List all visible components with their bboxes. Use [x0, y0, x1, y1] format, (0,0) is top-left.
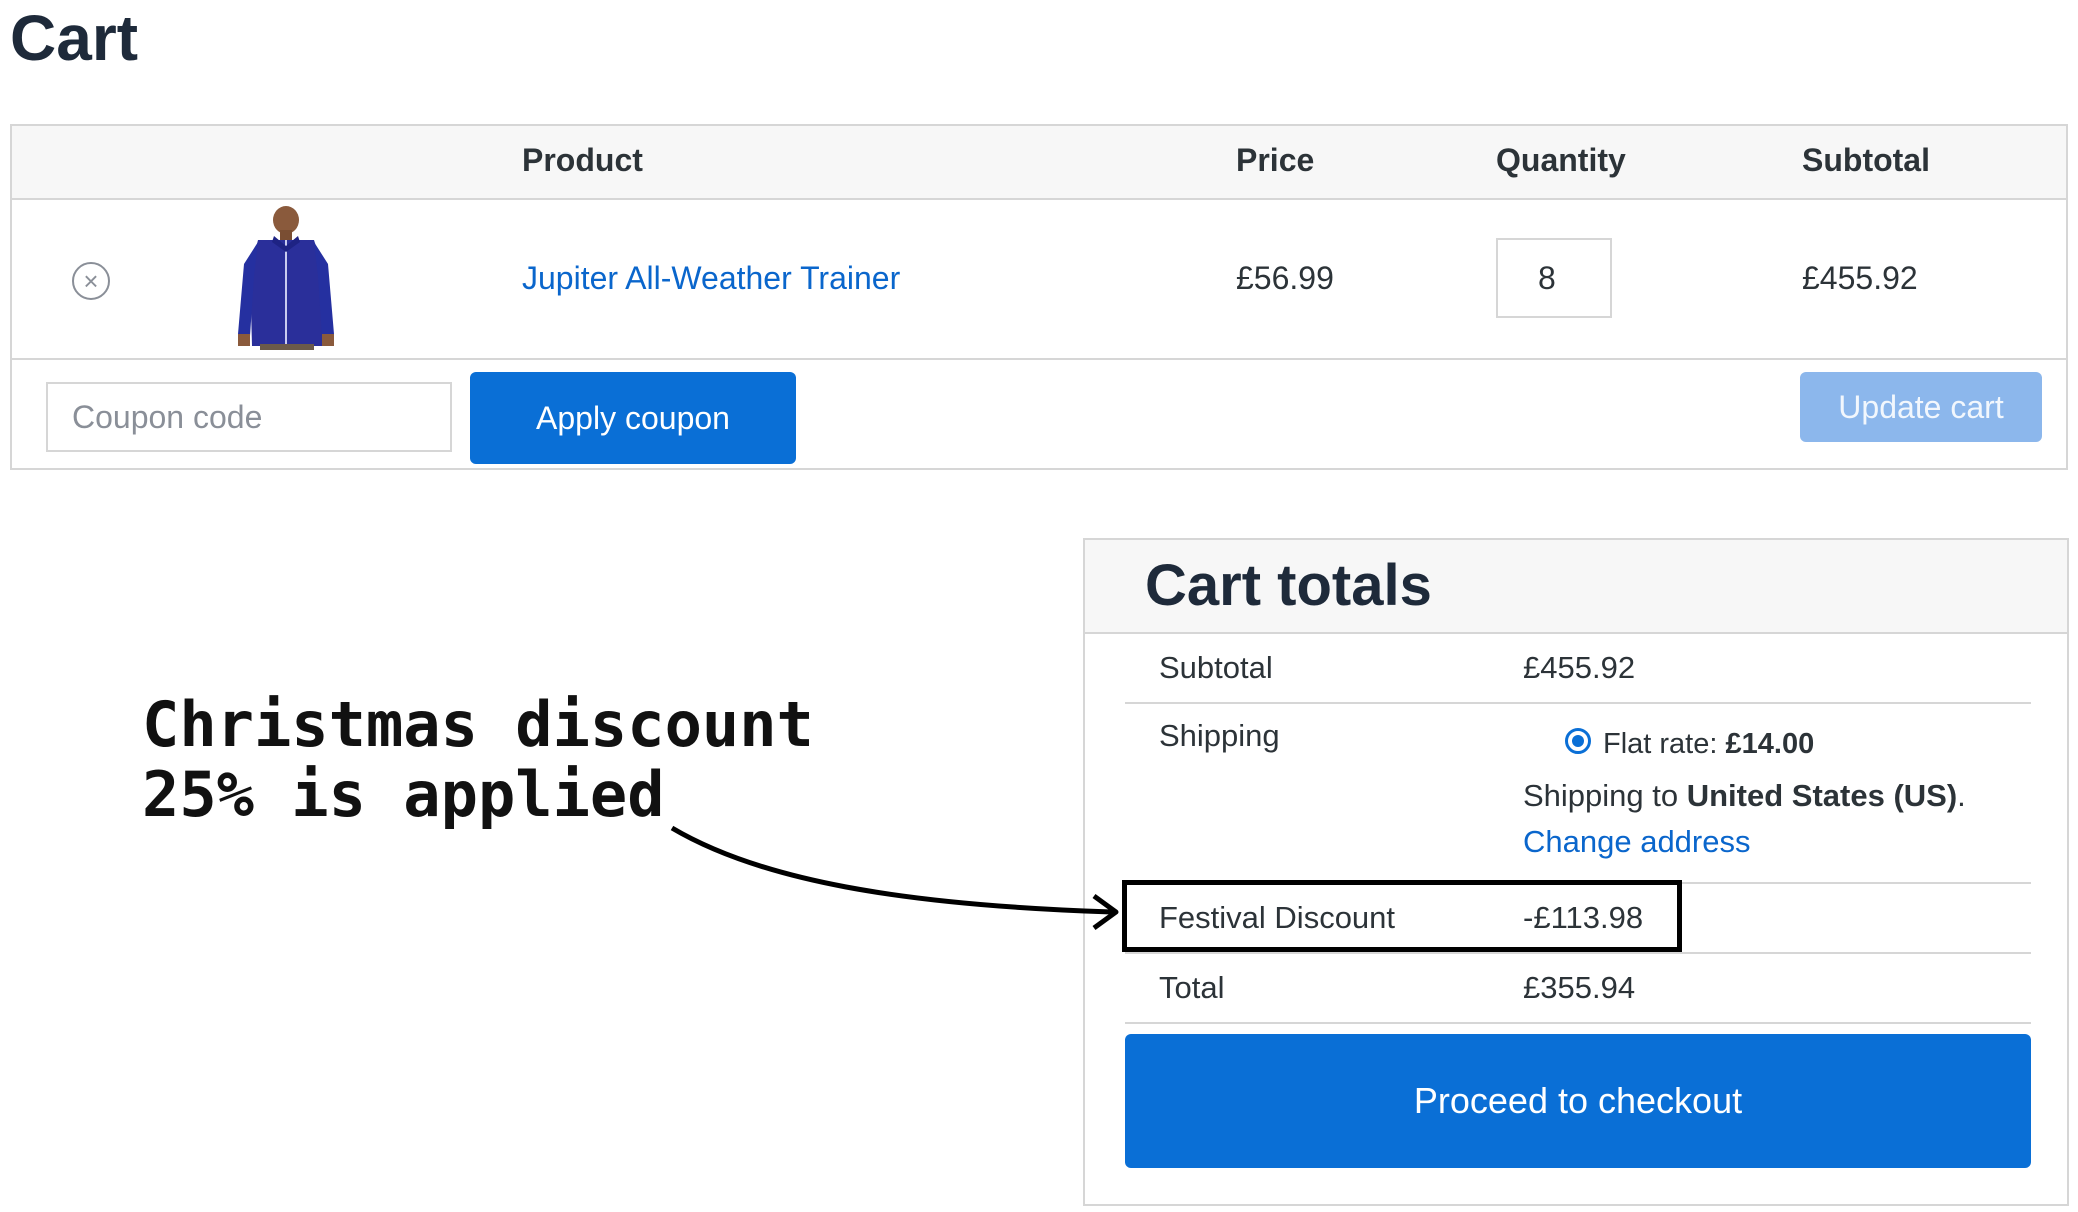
- annotation-arrow: [670, 825, 1119, 931]
